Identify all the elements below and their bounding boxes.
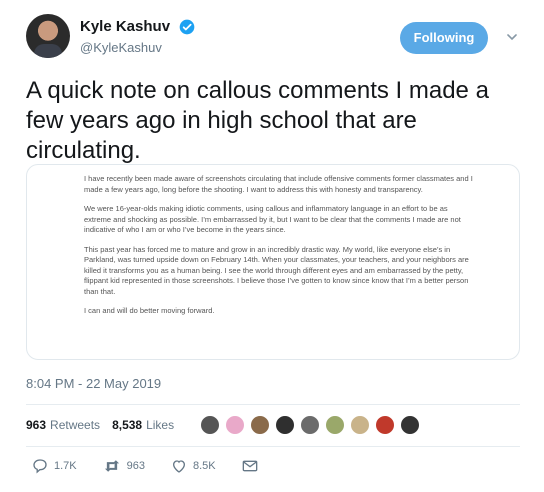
likes-count: 8,538 [112,418,143,432]
liker-avatar[interactable] [325,415,346,435]
note-text: I have recently been made aware of scree… [84,174,474,326]
retweet-count: 963 [126,460,145,472]
liker-avatar[interactable] [250,415,271,435]
note-paragraph: I can and will do better moving forward. [84,306,215,315]
envelope-icon [242,460,257,472]
chevron-down-icon[interactable] [505,30,519,44]
note-paragraph: We were 16-year-olds making idiotic comm… [84,204,461,234]
liker-avatar[interactable] [300,415,321,435]
liker-avatar[interactable] [275,415,296,435]
attached-image-note[interactable]: I have recently been made aware of scree… [26,164,520,360]
likes-stat[interactable]: 8,538 Likes [112,418,174,432]
reply-count: 1.7K [54,460,77,472]
reply-button[interactable]: 1.7K [32,458,77,474]
note-paragraph: This past year has forced me to mature a… [84,244,469,296]
message-button[interactable] [242,459,264,473]
like-button[interactable]: 8.5K [171,458,216,474]
tweet-text: A quick note on callous comments I made … [26,77,489,164]
divider [26,404,520,405]
handle[interactable]: @KyleKashuv [80,40,195,55]
action-bar: 1.7K 963 8.5K [32,458,290,474]
author-block: Kyle Kashuv @KyleKashuv [80,18,195,55]
engagement-stats: 963 Retweets 8,538 Likes [26,412,425,438]
liker-avatars [200,415,425,435]
note-paragraph: I have recently been made aware of scree… [84,174,473,194]
tweet-header: Kyle Kashuv @KyleKashuv Following [26,12,526,62]
likes-label: Likes [146,418,175,432]
verified-badge-icon [179,19,194,35]
display-name[interactable]: Kyle Kashuv [80,18,170,35]
like-count: 8.5K [193,460,216,472]
heart-icon [172,460,186,473]
liker-avatar[interactable] [375,415,396,435]
retweets-stat[interactable]: 963 Retweets [26,418,100,432]
retweets-count: 963 [26,418,47,432]
retweet-icon [104,460,119,472]
following-button[interactable]: Following [400,22,488,54]
reply-icon [33,459,47,474]
timestamp[interactable]: 8:04 PM - 22 May 2019 [26,376,161,391]
liker-avatar[interactable] [400,415,421,435]
liker-avatar[interactable] [200,415,221,435]
retweets-label: Retweets [50,418,101,432]
liker-avatar[interactable] [225,415,246,435]
retweet-button[interactable]: 963 [103,458,145,474]
divider [26,446,520,447]
avatar[interactable] [26,14,70,58]
liker-avatar[interactable] [350,415,371,435]
